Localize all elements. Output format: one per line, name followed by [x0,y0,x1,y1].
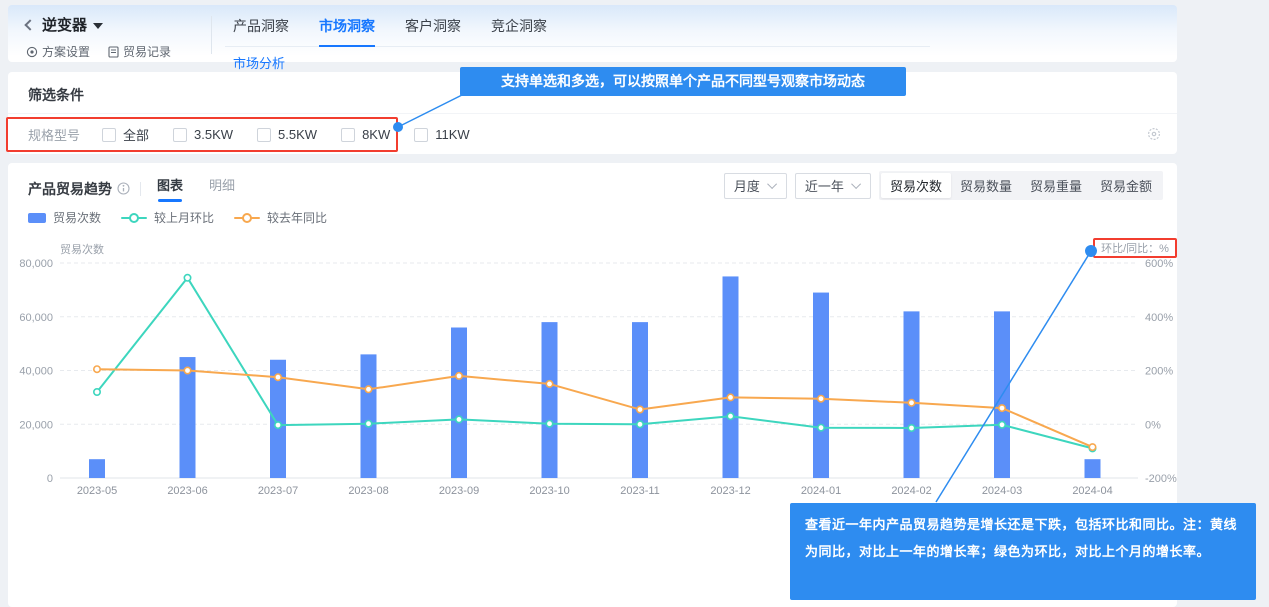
svg-text:600%: 600% [1145,258,1173,270]
market-insight-page: 逆变器 方案设置 贸易记录 产品洞察 市场洞察 客户洞察 竞企洞察 [0,0,1269,607]
product-selector[interactable]: 逆变器 [26,14,171,35]
svg-text:40,000: 40,000 [19,366,53,378]
plan-settings-label: 方案设置 [42,43,90,60]
main-tabs: 产品洞察 市场洞察 客户洞察 竞企洞察 [225,5,930,47]
svg-text:2023-12: 2023-12 [710,485,750,497]
filter-title: 筛选条件 [28,85,84,105]
back-chevron-icon[interactable] [24,19,35,30]
svg-text:20,000: 20,000 [19,419,53,431]
checkbox-icon[interactable] [414,128,428,142]
product-name[interactable]: 逆变器 [42,14,87,35]
header-tabs-area: 产品洞察 市场洞察 客户洞察 竞企洞察 市场分析 [225,5,930,76]
svg-text:2023-08: 2023-08 [348,485,388,497]
checkbox-icon[interactable] [102,128,116,142]
header-links: 方案设置 贸易记录 [26,43,171,60]
svg-text:2024-03: 2024-03 [982,485,1022,497]
trade-records-label: 贸易记录 [123,43,171,60]
trend-callout: 查看近一年内产品贸易趋势是增长还是下跌，包括环比和同比。注：黄线为同比，对比上一… [790,503,1256,600]
svg-text:2023-07: 2023-07 [258,485,298,497]
checkbox-3-5kw[interactable]: 3.5KW [173,127,233,142]
checkbox-8kw[interactable]: 8KW [341,127,390,142]
checkbox-label: 5.5KW [278,127,317,142]
svg-text:2023-05: 2023-05 [77,485,117,497]
svg-text:0%: 0% [1145,419,1161,431]
svg-text:60,000: 60,000 [19,312,53,324]
svg-text:2023-10: 2023-10 [529,485,569,497]
target-icon [26,46,38,58]
svg-text:2024-04: 2024-04 [1072,485,1112,497]
svg-text:2023-06: 2023-06 [167,485,207,497]
svg-text:贸易次数: 贸易次数 [60,242,104,256]
svg-text:2024-02: 2024-02 [891,485,931,497]
checkbox-5-5kw[interactable]: 5.5KW [257,127,317,142]
svg-text:200%: 200% [1145,366,1173,378]
svg-text:400%: 400% [1145,312,1173,324]
svg-text:2024-01: 2024-01 [801,485,841,497]
checkbox-label: 全部 [123,125,149,144]
divider [8,113,1177,114]
svg-text:-200%: -200% [1145,473,1177,485]
tab-product-insight[interactable]: 产品洞察 [233,16,289,46]
tab-customer-insight[interactable]: 客户洞察 [405,16,461,46]
checkbox-icon[interactable] [173,128,187,142]
spec-model-row: 规格型号 全部 3.5KW 5.5KW 8KW 11KW [28,125,494,144]
page-header: 逆变器 方案设置 贸易记录 产品洞察 市场洞察 客户洞察 竞企洞察 [8,5,1177,62]
svg-text:2023-09: 2023-09 [439,485,479,497]
trade-records-link[interactable]: 贸易记录 [108,43,171,60]
document-icon [108,46,119,58]
settings-icon[interactable] [1147,127,1161,146]
checkbox-label: 8KW [362,127,390,142]
header-divider [211,16,212,54]
tab-competitor-insight[interactable]: 竞企洞察 [491,16,547,46]
spec-model-label: 规格型号 [28,125,80,144]
dropdown-caret-icon[interactable] [93,23,103,29]
plan-settings-link[interactable]: 方案设置 [26,43,90,60]
svg-text:80,000: 80,000 [19,258,53,270]
filter-callout: 支持单选和多选，可以按照单个产品不同型号观察市场动态 [460,67,906,96]
checkbox-all[interactable]: 全部 [102,125,149,144]
svg-text:2023-11: 2023-11 [620,485,660,497]
product-selector-area: 逆变器 方案设置 贸易记录 [26,14,171,60]
checkbox-label: 11KW [435,127,469,142]
checkbox-icon[interactable] [341,128,355,142]
checkbox-11kw[interactable]: 11KW [414,127,469,142]
svg-text:0: 0 [47,473,53,485]
checkbox-label: 3.5KW [194,127,233,142]
tab-market-insight[interactable]: 市场洞察 [319,16,375,47]
checkbox-icon[interactable] [257,128,271,142]
